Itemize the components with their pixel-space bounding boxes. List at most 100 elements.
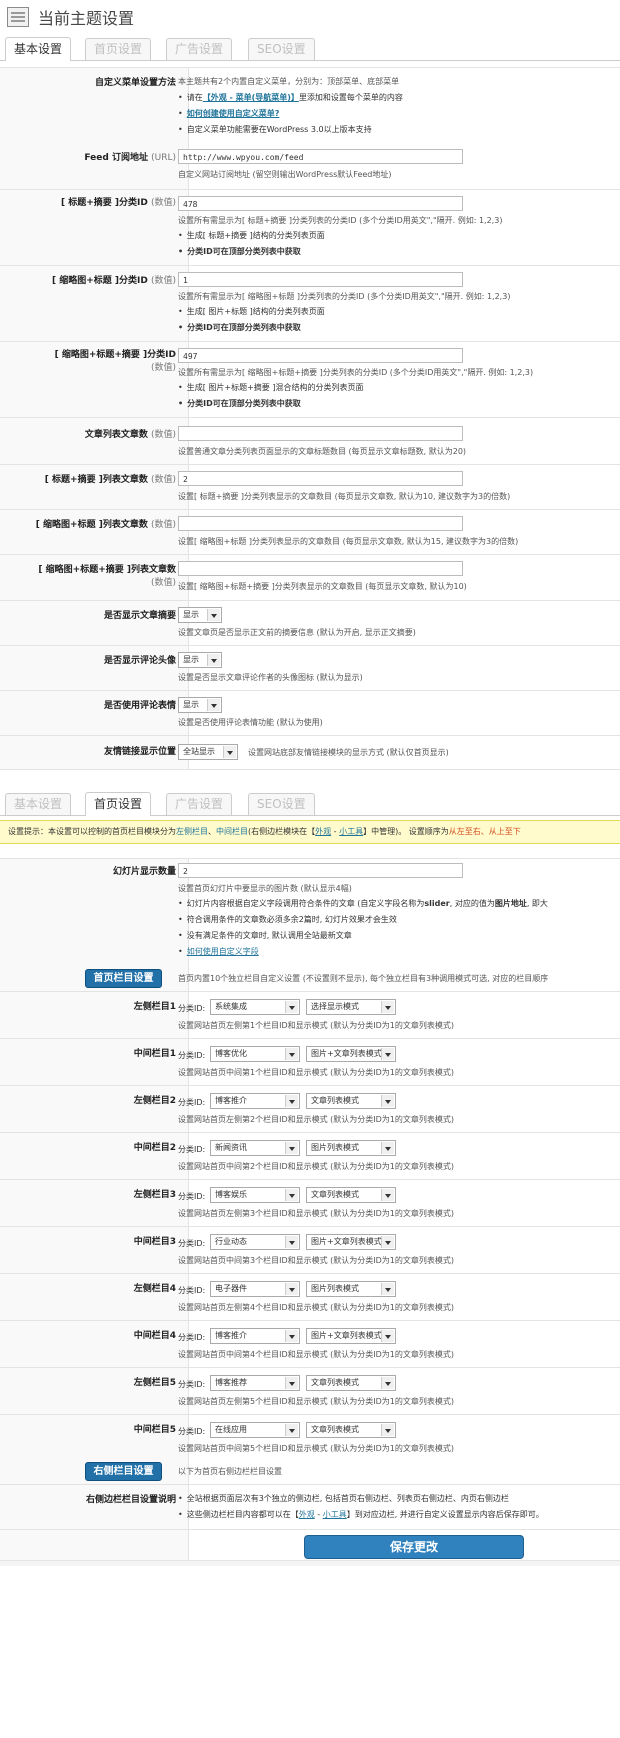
row-cat-thumb-title-excerpt: [ 缩略图+标题+摘要 ]分类ID (数值) 497 设置所有需显示为[ 缩略图+…: [0, 342, 620, 418]
tab-ad-settings[interactable]: 广告设置: [166, 38, 233, 60]
tab-ad-settings-2[interactable]: 广告设置: [166, 793, 233, 815]
slider-bullet-2: 符合调用条件的文章数必须多余2篇时, 幻灯片效果才会生效: [178, 914, 397, 925]
column-category-select[interactable]: 在线应用: [210, 1422, 300, 1438]
count1-desc: 设置普通文章分类列表页面显示的文章标题数目 (每页显示文章标题数, 默认为20): [178, 447, 467, 456]
column-mode-select[interactable]: 图片+文章列表模式: [306, 1328, 396, 1344]
count4-desc: 设置[ 缩略图+标题+摘要 ]分类列表显示的文章数目 (每页显示文章数, 默认为…: [178, 582, 467, 591]
column-desc: 设置网站首页中间第2个栏目ID和显示模式 (默认为分类ID为1的文章列表模式): [178, 1162, 455, 1171]
cat-id-prefix: 分类ID:: [178, 1427, 206, 1436]
column-category-select[interactable]: 博客优化: [210, 1046, 300, 1062]
column-category-select[interactable]: 系统集成: [210, 999, 300, 1015]
hint-appearance-link[interactable]: 外观: [315, 827, 331, 836]
menu-settings-label: 自定义菜单设置方法: [94, 78, 176, 88]
column-mode-select[interactable]: 图片列表模式: [306, 1281, 396, 1297]
column-desc: 设置网站首页中间第1个栏目ID和显示模式 (默认为分类ID为1的文章列表模式): [178, 1068, 455, 1077]
column-label: 左侧栏目1: [133, 1002, 176, 1012]
column-label: 左侧栏目3: [133, 1190, 176, 1200]
column-label: 左侧栏目2: [133, 1096, 176, 1106]
feed-url-input[interactable]: http://www.wpyou.com/feed: [178, 149, 463, 164]
row-column-4: 中间栏目2 分类ID: 新闻资讯 图片列表模式 设置网站首页中间第2个栏目ID和显示模式…: [0, 1133, 620, 1180]
row-column-9: 左侧栏目5 分类ID: 博客推荐 文章列表模式 设置网站首页左侧第5个栏目ID和显示模式…: [0, 1368, 620, 1415]
sidebar-bullet-2: 这些侧边栏栏目内容都可以在【外观 - 小工具】到对应边栏, 并进行自定义设置显示…: [178, 1509, 544, 1520]
slider-bullet-3: 没有满足条件的文章时, 默认调用全站最新文章: [178, 930, 352, 941]
row-column-5: 左侧栏目3 分类ID: 博客娱乐 文章列表模式 设置网站首页左侧第3个栏目ID和显示模式…: [0, 1180, 620, 1227]
count4-input[interactable]: [178, 561, 463, 576]
count1-input[interactable]: [178, 426, 463, 441]
column-mode-select[interactable]: 文章列表模式: [306, 1093, 396, 1109]
links-desc: 设置网站底部友情链接模块的显示方式 (默认仅首页显示): [248, 748, 449, 757]
page-title: 当前主题设置: [38, 9, 135, 28]
menu-link[interactable]: 【外观 - 菜单(导航菜单)】: [203, 93, 299, 102]
column-label: 中间栏目1: [133, 1049, 176, 1059]
cat3-desc: 设置所有需显示为[ 缩略图+标题+摘要 ]分类列表的分类ID (多个分类ID用英…: [178, 368, 534, 377]
column-desc: 设置网站首页左侧第2个栏目ID和显示模式 (默认为分类ID为1的文章列表模式): [178, 1115, 455, 1124]
chevron-down-icon: [285, 1189, 298, 1201]
slider-label: 幻灯片显示数量: [112, 867, 176, 877]
row-cat-thumb-title: [ 缩略图+标题 ]分类ID (数值) 1 设置所有需显示为[ 缩略图+标题 ]…: [0, 266, 620, 342]
tab-basic-settings[interactable]: 基本设置: [5, 37, 72, 61]
cat1-input[interactable]: 478: [178, 196, 463, 211]
row-column-10: 中间栏目5 分类ID: 在线应用 文章列表模式 设置网站首页中间第5个栏目ID和显示模式…: [0, 1415, 620, 1462]
tab-home-settings-2[interactable]: 首页设置: [85, 792, 152, 816]
excerpt-desc: 设置文章页是否显示正文前的摘要信息 (默认为开启, 显示正文摘要): [178, 628, 416, 637]
row-thumb-title-excerpt-count: [ 缩略图+标题+摘要 ]列表文章数 (数值) 设置[ 缩略图+标题+摘要 ]分类…: [0, 555, 620, 601]
columns-settings-button[interactable]: 首页栏目设置: [85, 969, 162, 988]
row-show-avatar: 是否显示评论头像 显示 设置是否显示文章评论作者的头像图标 (默认为显示): [0, 646, 620, 691]
avatar-select[interactable]: 显示: [178, 652, 222, 668]
chevron-down-icon: [381, 1377, 394, 1389]
tab-seo-settings[interactable]: SEO设置: [248, 38, 315, 60]
column-category-select[interactable]: 新闻资讯: [210, 1140, 300, 1156]
row-friend-links: 友情链接显示位置 全站显示 设置网站底部友情链接模块的显示方式 (默认仅首页显示…: [0, 736, 620, 770]
chevron-down-icon: [285, 1095, 298, 1107]
count3-desc: 设置[ 缩略图+标题 ]分类列表显示的文章数目 (每页显示文章数, 默认为15,…: [178, 537, 519, 546]
smiley-select[interactable]: 显示: [178, 697, 222, 713]
cat1-bullet-2: 分类ID可在顶部分类列表中获取: [178, 246, 301, 257]
cat-id-prefix: 分类ID:: [178, 1333, 206, 1342]
column-label: 左侧栏目5: [133, 1378, 176, 1388]
count2-input[interactable]: 2: [178, 471, 463, 486]
save-changes-button[interactable]: 保存更改: [304, 1535, 524, 1559]
column-category-select[interactable]: 博客推介: [210, 1093, 300, 1109]
column-mode-select[interactable]: 文章列表模式: [306, 1375, 396, 1391]
column-category-select[interactable]: 行业动态: [210, 1234, 300, 1250]
cat3-input[interactable]: 497: [178, 348, 463, 363]
column-category-select[interactable]: 电子器件: [210, 1281, 300, 1297]
column-mode-select[interactable]: 文章列表模式: [306, 1187, 396, 1203]
column-category-select[interactable]: 博客推荐: [210, 1375, 300, 1391]
column-desc: 设置网站首页中间第5个栏目ID和显示模式 (默认为分类ID为1的文章列表模式): [178, 1444, 455, 1453]
row-column-2: 中间栏目1 分类ID: 博客优化 图片+文章列表模式 设置网站首页中间第1个栏目ID和显…: [0, 1039, 620, 1086]
tab-home-settings[interactable]: 首页设置: [85, 38, 152, 60]
slider-input[interactable]: 2: [178, 863, 463, 878]
row-menu-settings: 自定义菜单设置方法 本主题共有2个内置自定义菜单，分别为：顶部菜单、底部菜单 请…: [0, 67, 620, 142]
column-mode-select[interactable]: 图片列表模式: [306, 1140, 396, 1156]
column-mode-select[interactable]: 选择显示模式: [306, 999, 396, 1015]
chevron-down-icon: [381, 1001, 394, 1013]
column-desc: 设置网站首页左侧第5个栏目ID和显示模式 (默认为分类ID为1的文章列表模式): [178, 1397, 455, 1406]
column-mode-select[interactable]: 图片+文章列表模式: [306, 1234, 396, 1250]
column-mode-select[interactable]: 文章列表模式: [306, 1422, 396, 1438]
cat2-input[interactable]: 1: [178, 272, 463, 287]
menu-howto-link[interactable]: 如何创建使用自定义菜单?: [187, 109, 280, 118]
bottom-divider: [0, 1561, 620, 1566]
column-label: 中间栏目4: [133, 1331, 176, 1341]
tab-basic-settings-2[interactable]: 基本设置: [5, 793, 72, 815]
cat1-desc: 设置所有需显示为[ 标题+摘要 ]分类列表的分类ID (多个分类ID用英文","…: [178, 216, 503, 225]
column-category-select[interactable]: 博客娱乐: [210, 1187, 300, 1203]
sidebar-appearance-link[interactable]: 外观: [299, 1510, 315, 1519]
custom-field-link[interactable]: 如何使用自定义字段: [187, 947, 259, 956]
chevron-down-icon: [285, 1283, 298, 1295]
column-mode-select[interactable]: 图片+文章列表模式: [306, 1046, 396, 1062]
menu-bullet-2: 如何创建使用自定义菜单?: [178, 108, 280, 119]
row-column-6: 中间栏目3 分类ID: 行业动态 图片+文章列表模式 设置网站首页中间第3个栏目ID和显…: [0, 1227, 620, 1274]
hint-widgets-link[interactable]: 小工具: [339, 827, 363, 836]
column-desc: 设置网站首页左侧第3个栏目ID和显示模式 (默认为分类ID为1的文章列表模式): [178, 1209, 455, 1218]
count3-input[interactable]: [178, 516, 463, 531]
sidebar-settings-button[interactable]: 右侧栏目设置: [85, 1462, 162, 1481]
row-column-8: 中间栏目4 分类ID: 博客推介 图片+文章列表模式 设置网站首页中间第4个栏目ID和显…: [0, 1321, 620, 1368]
tab-seo-settings-2[interactable]: SEO设置: [248, 793, 315, 815]
excerpt-select[interactable]: 显示: [178, 607, 222, 623]
column-category-select[interactable]: 博客推介: [210, 1328, 300, 1344]
links-select[interactable]: 全站显示: [178, 744, 238, 760]
links-label: 友情链接显示位置: [103, 747, 176, 757]
sidebar-widgets-link[interactable]: 小工具: [323, 1510, 347, 1519]
